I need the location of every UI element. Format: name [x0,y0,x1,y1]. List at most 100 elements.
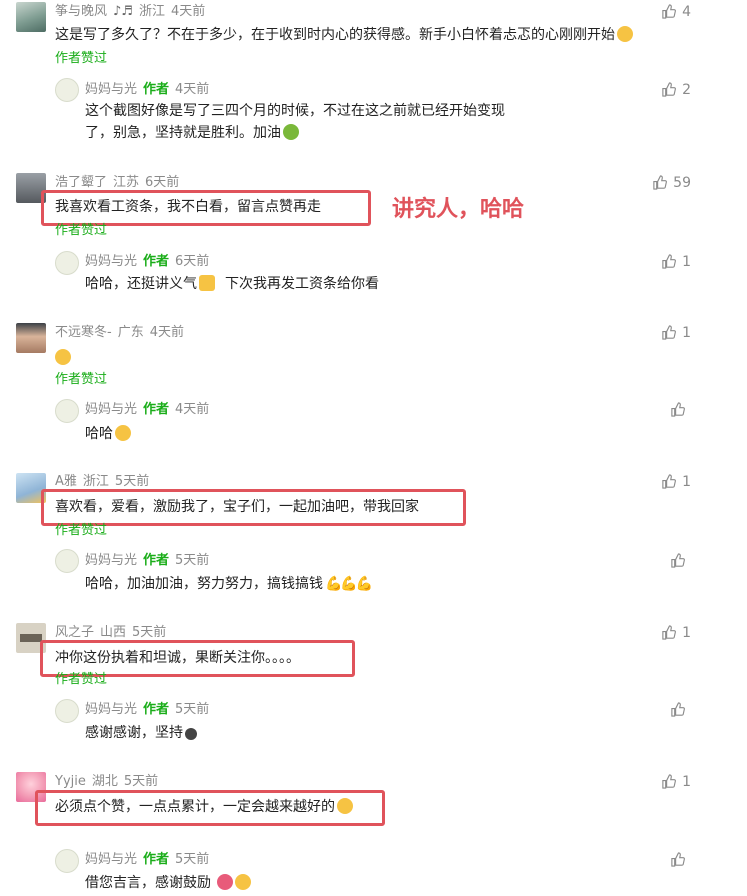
music-note-icon: ♪♬ [113,4,133,19]
avatar[interactable] [16,323,46,353]
comment-location: 浙江 [138,4,165,19]
thumbs-up-icon [662,325,677,340]
reply-text: 哈哈 [85,426,113,442]
author-tag: 作者 [143,702,170,717]
like-count: 2 [682,82,691,98]
like-count: 1 [682,254,691,270]
like-button[interactable]: 1 [661,323,691,343]
author-avatar[interactable] [55,78,79,102]
reply-text-continued: 下次我再发工资条给你看 [225,276,379,292]
reply-time: 5天前 [175,553,210,568]
comment-time: 4天前 [170,4,206,19]
comment-time: 4天前 [149,325,184,340]
reply-username[interactable]: 妈妈与光 [85,852,137,867]
reply-time: 4天前 [175,82,210,97]
thumbs-up-icon [662,4,677,19]
thumbs-up-icon [662,774,677,789]
comment-username[interactable]: A雅 [55,474,77,489]
reply-username[interactable]: 妈妈与光 [85,402,137,417]
comment-username[interactable]: 筝与晚风 [55,4,107,19]
like-button[interactable]: 1 [661,472,691,492]
thumbs-up-icon [671,702,685,717]
comment-username[interactable]: Yyjie [55,774,86,789]
reply-username[interactable]: 妈妈与光 [85,702,137,717]
comment-text: 这是写了多久了？不在于多少，在于收到时内心的获得感。新手小白怀着忐忑的心刚刚开始 [55,27,615,43]
comment-username[interactable]: 不远寒冬- [55,325,112,340]
comment-time: 5天前 [123,774,159,789]
fist-emoji-icon [185,728,197,740]
author-tag: 作者 [143,852,170,867]
author-tag: 作者 [143,254,170,269]
smile-emoji-icon [235,874,251,890]
reply-time: 5天前 [175,852,210,867]
reply-text: 哈哈，还挺讲义气 [85,276,197,292]
thumbs-up-icon [671,852,685,867]
reply-username[interactable]: 妈妈与光 [85,553,137,568]
author-avatar[interactable] [55,849,79,873]
comment-location: 湖北 [91,774,118,789]
reply-text: 感谢感谢，坚持 [85,725,183,741]
author-avatar[interactable] [55,251,79,275]
thumbs-up-icon [662,254,677,269]
author-tag: 作者 [143,402,170,417]
comment-time: 5天前 [114,474,150,489]
reply-like-button[interactable] [670,400,691,420]
highlight-box [35,790,385,826]
comment-username[interactable]: 风之子 [55,625,94,640]
grin-emoji-icon [115,425,131,441]
comment-time: 5天前 [132,625,167,640]
muscle-emoji-icon: 💪💪💪 [325,576,373,592]
author-liked-badge: 作者赞过 [55,372,108,387]
reply-like-button[interactable] [670,551,691,571]
thumbs-up-icon [671,402,685,417]
comment-location: 浙江 [82,474,109,489]
annotation-text: 讲究人，哈哈 [392,197,525,222]
like-count: 1 [682,325,691,341]
reply-like-button[interactable] [670,700,691,720]
comment-location: 广东 [117,325,144,340]
like-count: 1 [682,774,691,790]
thinking-emoji-icon [617,26,633,42]
reply-like-button[interactable]: 2 [661,80,691,100]
reply-like-button[interactable] [670,850,691,870]
thumbs-up-icon [671,553,685,568]
heart-emoji-icon [217,874,233,890]
thinking-emoji-icon [55,349,71,365]
like-count: 1 [682,625,691,641]
author-avatar[interactable] [55,699,79,723]
thumbs-up-icon [662,474,677,489]
avatar[interactable] [16,2,46,32]
reply-text: 借您吉言，感谢鼓励 [85,875,211,891]
like-count: 4 [682,4,691,20]
author-liked-badge: 作者赞过 [55,51,108,66]
author-liked-badge: 作者赞过 [55,672,108,687]
comment-location: 江苏 [113,175,140,190]
thumbs-up-icon [653,175,668,190]
like-button[interactable]: 1 [661,623,691,643]
reply-text: 哈哈，加油加油，努力努力，搞钱搞钱 [85,576,323,592]
comment-username[interactable]: 浩了颦了 [55,175,107,190]
reply-time: 6天前 [175,254,210,269]
like-button[interactable]: 1 [661,772,691,792]
comment-list: 筝与晚风 ♪♬ 浙江 4天前 4 这是写了多久了？不在于多少，在于收到时内心的获得感。… [0,0,747,896]
author-tag: 作者 [143,553,170,568]
fist-emoji-icon [283,124,299,140]
reply-time: 5天前 [175,702,210,717]
like-button[interactable]: 4 [661,2,691,22]
author-avatar[interactable] [55,549,79,573]
avatar-text-block [20,634,42,642]
like-button[interactable]: 59 [652,173,691,193]
reply-like-button[interactable]: 1 [661,252,691,272]
thumbs-up-icon [662,625,677,640]
comment-time: 6天前 [145,175,180,190]
reply-username[interactable]: 妈妈与光 [85,254,137,269]
author-avatar[interactable] [55,399,79,423]
thumbs-up-emoji-icon [199,275,215,291]
comment-location: 山西 [100,625,127,640]
author-liked-badge: 作者赞过 [55,223,108,238]
like-count: 1 [682,474,691,490]
like-count: 59 [673,175,691,191]
author-liked-badge: 作者赞过 [55,523,108,538]
reply-username[interactable]: 妈妈与光 [85,82,137,97]
thumbs-up-icon [662,82,677,97]
